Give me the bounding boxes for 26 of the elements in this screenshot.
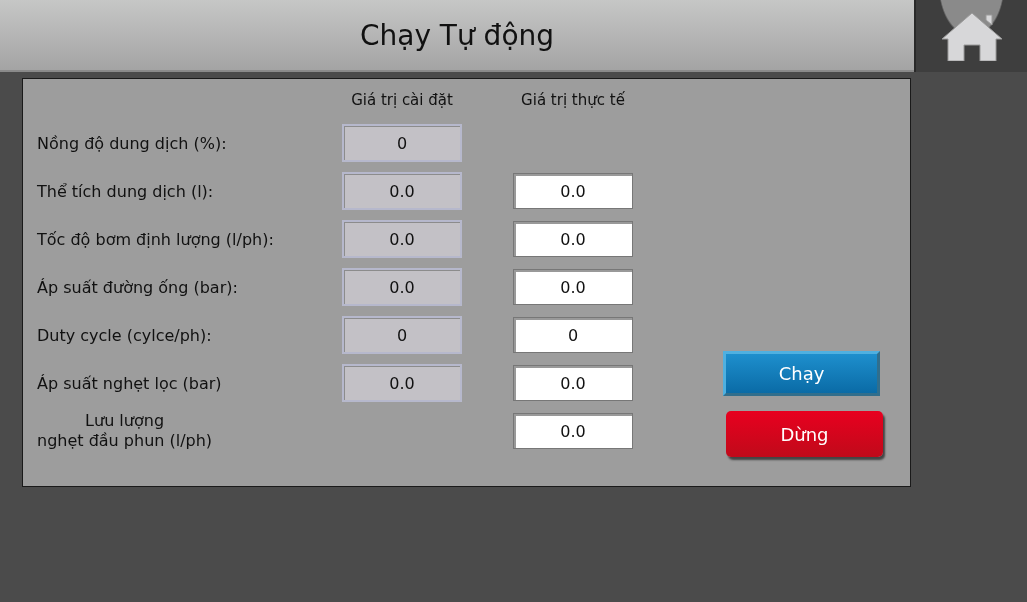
setpoint-field[interactable]: 0 xyxy=(342,124,462,162)
setpoint-field[interactable]: 0.0 xyxy=(342,364,462,402)
actual-value-field: 0.0 xyxy=(513,365,633,401)
column-header: Giá trị thực tế xyxy=(521,91,625,109)
actual-value-field: 0.0 xyxy=(513,413,633,449)
run-button[interactable]: Chạy xyxy=(723,351,880,396)
column-header: Giá trị cài đặt xyxy=(351,91,453,109)
setpoint-field[interactable]: 0 xyxy=(342,316,462,354)
setpoint-field[interactable]: 0.0 xyxy=(342,172,462,210)
field-label: Duty cycle (cylce/ph): xyxy=(37,325,213,345)
setpoint-field[interactable]: 0.0 xyxy=(342,268,462,306)
field-label: Nồng độ dung dịch (%): xyxy=(37,133,228,153)
actual-value-field: 0.0 xyxy=(513,269,633,305)
field-label: Áp suất đường ống (bar): xyxy=(37,277,239,297)
field-label: Áp suất nghẹt lọc (bar) xyxy=(37,373,223,393)
home-button[interactable] xyxy=(914,0,1027,72)
actual-value-field: 0 xyxy=(513,317,633,353)
actual-value-field: 0.0 xyxy=(513,221,633,257)
screen-title: Chạy Tự động xyxy=(359,18,555,52)
stop-button[interactable]: Dừng xyxy=(726,411,883,457)
field-label: Thể tích dung dịch (l): xyxy=(37,181,215,201)
setpoint-field[interactable]: 0.0 xyxy=(342,220,462,258)
field-label: Lưu lượng nghẹt đầu phun (l/ph) xyxy=(37,411,213,451)
home-icon xyxy=(939,11,1004,61)
actual-value-field: 0.0 xyxy=(513,173,633,209)
field-label: Tốc độ bơm định lượng (l/ph): xyxy=(37,229,275,249)
